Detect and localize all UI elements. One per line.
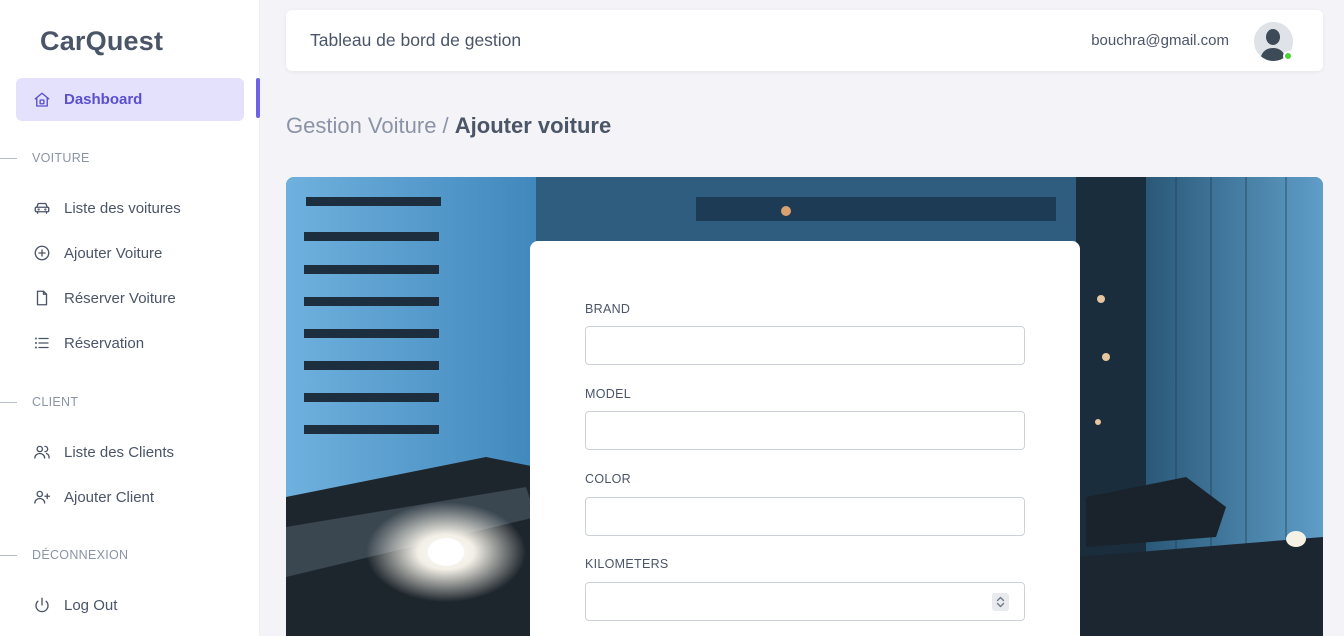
add-car-form: BRAND MODEL COLOR KILOMETERS bbox=[530, 241, 1080, 636]
kilometers-label: KILOMETERS bbox=[585, 557, 669, 571]
sidebar-item-ajouter-voiture[interactable]: Ajouter Voiture bbox=[33, 244, 162, 262]
color-input[interactable] bbox=[585, 497, 1025, 536]
power-icon bbox=[33, 596, 51, 614]
breadcrumb: Gestion Voiture / Ajouter voiture bbox=[286, 113, 611, 139]
brand-label: BRAND bbox=[585, 302, 631, 316]
sidebar-item-label: Liste des voitures bbox=[64, 199, 181, 217]
section-voiture: VOITURE bbox=[0, 151, 90, 165]
header-title: Tableau de bord de gestion bbox=[310, 30, 522, 50]
top-header: Tableau de bord de gestion bouchra@gmail… bbox=[286, 10, 1323, 71]
file-icon bbox=[33, 289, 51, 307]
section-client: CLIENT bbox=[0, 395, 78, 409]
model-label: MODEL bbox=[585, 387, 631, 401]
list-icon bbox=[33, 334, 51, 352]
car-icon bbox=[33, 199, 51, 217]
chevron-up-down-icon bbox=[996, 596, 1005, 608]
app-logo: CarQuest bbox=[40, 26, 164, 56]
section-title: DÉCONNEXION bbox=[32, 548, 129, 562]
section-title: VOITURE bbox=[32, 151, 90, 165]
sidebar-item-label: Liste des Clients bbox=[64, 443, 175, 461]
sidebar-item-ajouter-client[interactable]: Ajouter Client bbox=[33, 488, 154, 506]
color-label: COLOR bbox=[585, 472, 631, 486]
sidebar-item-label: Log Out bbox=[64, 596, 118, 614]
section-deconnexion: DÉCONNEXION bbox=[0, 548, 128, 562]
home-icon bbox=[33, 91, 51, 109]
plus-circle-icon bbox=[33, 244, 51, 262]
users-icon bbox=[33, 443, 51, 461]
kilometers-input[interactable] bbox=[585, 582, 1025, 621]
sidebar-item-liste-clients[interactable]: Liste des Clients bbox=[33, 443, 174, 461]
active-indicator bbox=[256, 78, 260, 118]
sidebar-item-dashboard[interactable]: Dashboard bbox=[16, 78, 244, 121]
sidebar-item-label: Réservation bbox=[64, 334, 145, 352]
sidebar-item-reserver-voiture[interactable]: Réserver Voiture bbox=[33, 289, 176, 307]
sidebar-item-reservation[interactable]: Réservation bbox=[33, 334, 144, 352]
sidebar-item-label: Ajouter Voiture bbox=[64, 244, 163, 262]
sidebar-item-label: Ajouter Client bbox=[64, 488, 155, 506]
number-spinner[interactable] bbox=[992, 593, 1009, 611]
model-input[interactable] bbox=[585, 411, 1025, 450]
online-status-dot bbox=[1283, 51, 1293, 61]
sidebar-item-label: Dashboard bbox=[64, 91, 143, 108]
brand-input[interactable] bbox=[585, 326, 1025, 365]
user-plus-icon bbox=[33, 488, 51, 506]
sidebar-item-label: Réserver Voiture bbox=[64, 289, 176, 307]
sidebar-item-liste-voitures[interactable]: Liste des voitures bbox=[33, 199, 181, 217]
breadcrumb-current: Ajouter voiture bbox=[454, 113, 612, 138]
sidebar: CarQuest Dashboard VOITURE Liste des voi… bbox=[0, 0, 260, 636]
breadcrumb-parent[interactable]: Gestion Voiture / bbox=[286, 113, 455, 138]
user-email[interactable]: bouchra@gmail.com bbox=[1091, 32, 1229, 49]
section-title: CLIENT bbox=[32, 395, 79, 409]
sidebar-item-logout[interactable]: Log Out bbox=[33, 596, 117, 614]
